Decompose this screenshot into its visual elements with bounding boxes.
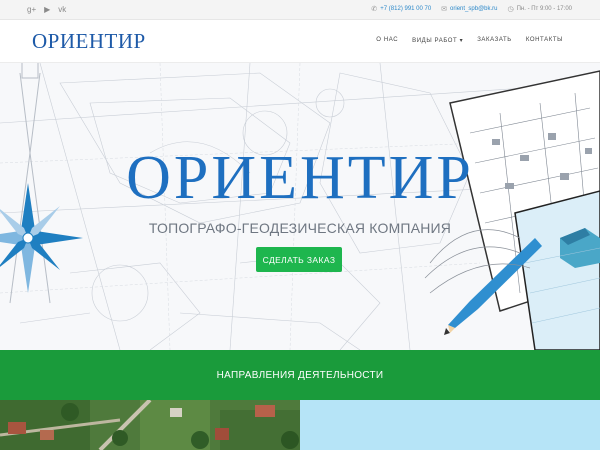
site-logo[interactable]: ОРИЕНТИР (32, 29, 146, 54)
section-header: НАПРАВЛЕНИЯ ДЕЯТЕЛЬНОСТИ (0, 350, 600, 400)
email-link[interactable]: orient_spb@bk.ru (450, 6, 497, 12)
section-title: НАПРАВЛЕНИЯ ДЕЯТЕЛЬНОСТИ (216, 369, 384, 381)
email-contact: ✉ orient_spb@bk.ru (441, 5, 497, 13)
site-header: ОРИЕНТИР О НАС ВИДЫ РАБОТ ▾ ЗАКАЗАТЬ КОН… (0, 20, 600, 63)
hero-banner: ОРИЕНТИР ТОПОГРАФО-ГЕОДЕЗИЧЕСКАЯ КОМПАНИ… (0, 63, 600, 350)
aerial-photo (0, 400, 300, 450)
order-button[interactable]: СДЕЛАТЬ ЗАКАЗ (256, 247, 342, 272)
main-nav: О НАС ВИДЫ РАБОТ ▾ ЗАКАЗАТЬ КОНТАКТЫ (376, 37, 563, 44)
nav-item-about[interactable]: О НАС (376, 37, 398, 44)
nav-item-contacts[interactable]: КОНТАКТЫ (526, 37, 563, 44)
sky-image (300, 400, 600, 450)
hero-subtitle: ТОПОГРАФО-ГЕОДЕЗИЧЕСКАЯ КОМПАНИЯ (148, 220, 452, 236)
working-hours: Пн. - Пт 9:00 - 17:00 (516, 6, 572, 12)
nav-item-order[interactable]: ЗАКАЗАТЬ (477, 37, 512, 44)
phone-link[interactable]: +7 (812) 991 00 70 (380, 6, 431, 12)
phone-icon: ✆ (371, 6, 378, 13)
phone-contact: ✆ +7 (812) 991 00 70 (371, 5, 431, 13)
clock-icon: ◷ (507, 6, 514, 13)
hours-contact: ◷ Пн. - Пт 9:00 - 17:00 (508, 5, 573, 13)
hero-title: ОРИЕНТИР (126, 144, 474, 212)
contact-info: ✆ +7 (812) 991 00 70 ✉ orient_spb@bk.ru … (371, 5, 572, 13)
youtube-icon[interactable]: ▶ (44, 4, 50, 15)
top-bar: g+ ▶ vk ✆ +7 (812) 991 00 70 ✉ orient_sp… (0, 0, 600, 20)
aerial-photo-image (0, 400, 300, 450)
nav-item-services[interactable]: ВИДЫ РАБОТ ▾ (412, 37, 463, 44)
envelope-icon: ✉ (441, 6, 448, 13)
vk-icon[interactable]: vk (58, 4, 66, 15)
google-plus-icon[interactable]: g+ (27, 4, 36, 15)
social-links: g+ ▶ vk (27, 4, 66, 15)
